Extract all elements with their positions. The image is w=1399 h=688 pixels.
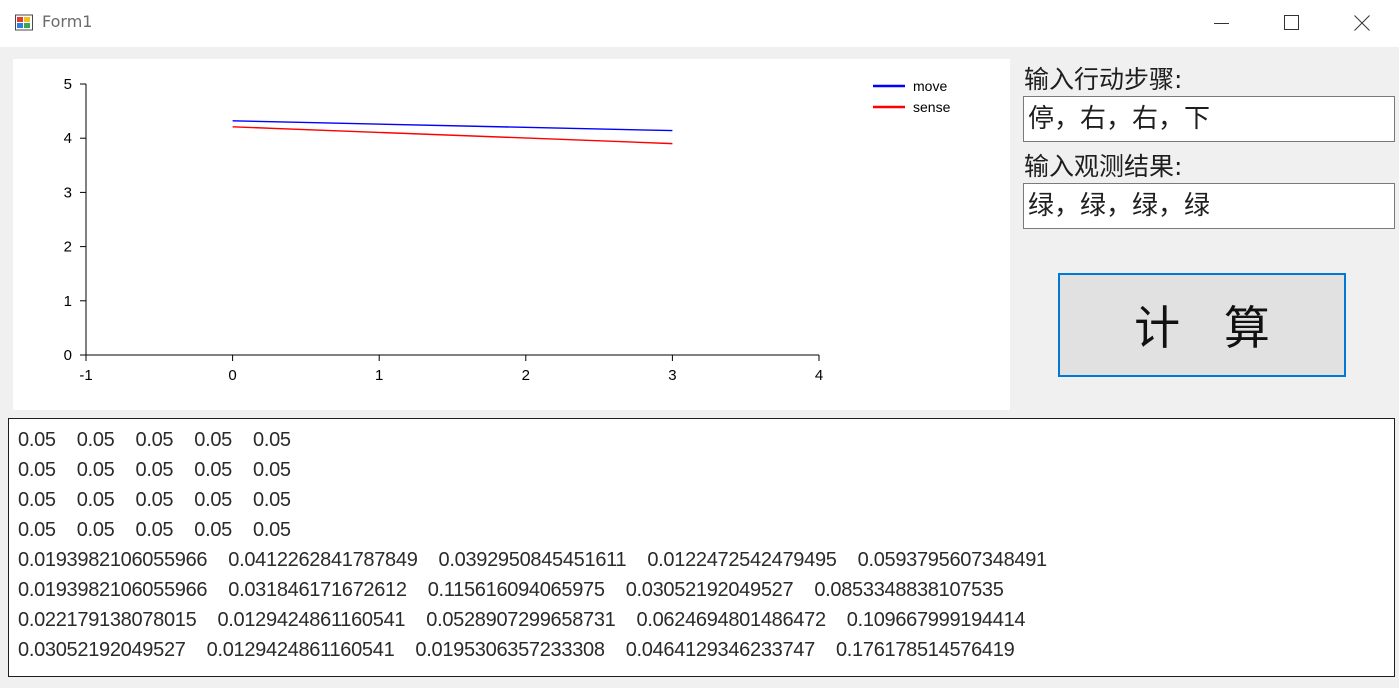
- y-tick-label: 1: [64, 293, 72, 310]
- y-tick-label: 5: [64, 76, 72, 93]
- actions-label: 输入行动步骤:: [1024, 65, 1183, 94]
- app-icon: [15, 14, 33, 31]
- output-line: 0.05 0.05 0.05 0.05 0.05: [18, 459, 291, 481]
- minimize-button[interactable]: [1187, 0, 1257, 47]
- output-line: 0.03052192049527 0.0129424861160541 0.01…: [18, 639, 1015, 661]
- y-tick-label: 4: [64, 130, 72, 147]
- actions-input[interactable]: 停，右，右，下: [1023, 96, 1395, 142]
- line-chart: -1 0 1 2 3 4 0 1 2 3 4 5 move sense: [64, 76, 951, 384]
- output-textbox[interactable]: 0.05 0.05 0.05 0.05 0.05 0.05 0.05 0.05 …: [8, 418, 1395, 677]
- output-line: 0.05 0.05 0.05 0.05 0.05: [18, 489, 291, 511]
- close-icon: [1354, 15, 1370, 31]
- output-line: 0.05 0.05 0.05 0.05 0.05: [18, 429, 291, 451]
- close-button[interactable]: [1327, 0, 1397, 47]
- output-line: 0.0193982106055966 0.031846171672612 0.1…: [18, 579, 1004, 601]
- y-tick-label: 3: [64, 184, 72, 201]
- x-tick-label: -1: [79, 367, 92, 384]
- title-bar: Form1: [0, 0, 1399, 47]
- x-tick-label: 1: [375, 367, 383, 384]
- maximize-icon: [1284, 15, 1299, 30]
- x-tick-label: 4: [815, 367, 823, 384]
- x-tick-label: 0: [228, 367, 236, 384]
- output-line: 0.022179138078015 0.0129424861160541 0.0…: [18, 609, 1026, 631]
- window-title: Form1: [42, 12, 93, 31]
- legend-label-move: move: [913, 78, 947, 94]
- observations-label: 输入观测结果:: [1024, 152, 1183, 181]
- x-tick-label: 3: [668, 367, 676, 384]
- y-tick-label: 2: [64, 239, 72, 256]
- y-tick-label: 0: [64, 347, 72, 364]
- chart-panel: -1 0 1 2 3 4 0 1 2 3 4 5 move sense: [13, 59, 1010, 410]
- minimize-icon: [1214, 23, 1229, 24]
- legend-label-sense: sense: [913, 99, 951, 115]
- x-tick-label: 2: [522, 367, 530, 384]
- output-line: 0.0193982106055966 0.0412262841787849 0.…: [18, 549, 1047, 571]
- output-line: 0.05 0.05 0.05 0.05 0.05: [18, 519, 291, 541]
- observations-input[interactable]: 绿，绿，绿，绿: [1023, 183, 1395, 229]
- calculate-button[interactable]: 计 算: [1058, 273, 1346, 377]
- maximize-button[interactable]: [1257, 0, 1327, 47]
- calculate-button-label: 计 算: [1134, 301, 1270, 355]
